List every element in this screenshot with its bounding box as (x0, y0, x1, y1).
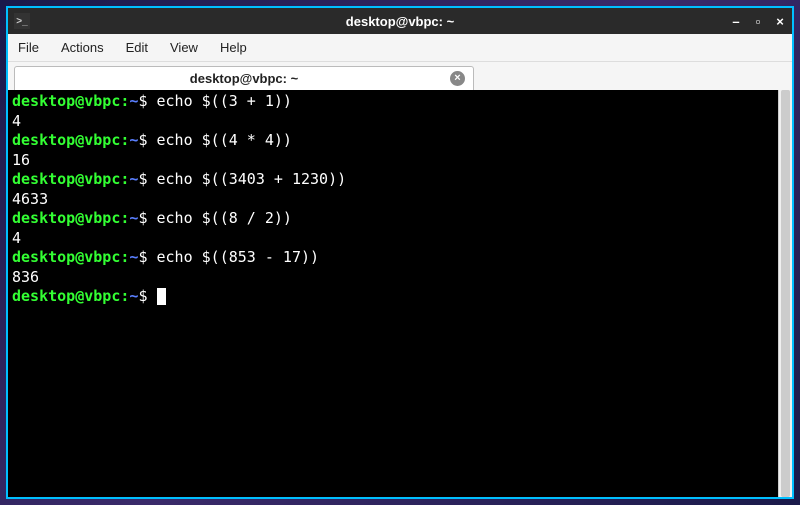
terminal-area: desktop@vbpc:~$ echo $((3 + 1))4desktop@… (8, 90, 792, 497)
window-title: desktop@vbpc: ~ (346, 14, 454, 29)
terminal-output: 836 (12, 268, 774, 288)
scrollbar[interactable] (778, 90, 792, 497)
terminal-window: >_ desktop@vbpc: ~ – ▫ × File Actions Ed… (6, 6, 794, 499)
terminal-line: desktop@vbpc:~$ echo $((3 + 1)) (12, 92, 774, 112)
terminal-line: desktop@vbpc:~$ echo $((4 * 4)) (12, 131, 774, 151)
terminal-output: 4633 (12, 190, 774, 210)
scrollbar-thumb[interactable] (781, 90, 790, 497)
tab-terminal[interactable]: desktop@vbpc: ~ × (14, 66, 474, 90)
close-button[interactable]: × (772, 13, 788, 29)
minimize-button[interactable]: – (728, 13, 744, 29)
menu-view[interactable]: View (170, 40, 198, 55)
maximize-button[interactable]: ▫ (750, 13, 766, 29)
terminal-output: 4 (12, 229, 774, 249)
terminal-prompt: desktop@vbpc:~$ (12, 287, 774, 307)
terminal[interactable]: desktop@vbpc:~$ echo $((3 + 1))4desktop@… (8, 90, 778, 497)
menu-help[interactable]: Help (220, 40, 247, 55)
cursor-icon (157, 288, 166, 305)
menu-edit[interactable]: Edit (126, 40, 148, 55)
tab-label: desktop@vbpc: ~ (190, 71, 298, 86)
app-icon: >_ (14, 13, 30, 29)
menu-file[interactable]: File (18, 40, 39, 55)
terminal-output: 4 (12, 112, 774, 132)
menu-actions[interactable]: Actions (61, 40, 104, 55)
terminal-line: desktop@vbpc:~$ echo $((8 / 2)) (12, 209, 774, 229)
window-controls: – ▫ × (728, 13, 788, 29)
titlebar[interactable]: >_ desktop@vbpc: ~ – ▫ × (8, 8, 792, 34)
terminal-line: desktop@vbpc:~$ echo $((853 - 17)) (12, 248, 774, 268)
tabbar: desktop@vbpc: ~ × (8, 62, 792, 90)
menubar: File Actions Edit View Help (8, 34, 792, 62)
terminal-output: 16 (12, 151, 774, 171)
terminal-line: desktop@vbpc:~$ echo $((3403 + 1230)) (12, 170, 774, 190)
tab-close-icon[interactable]: × (450, 71, 465, 86)
